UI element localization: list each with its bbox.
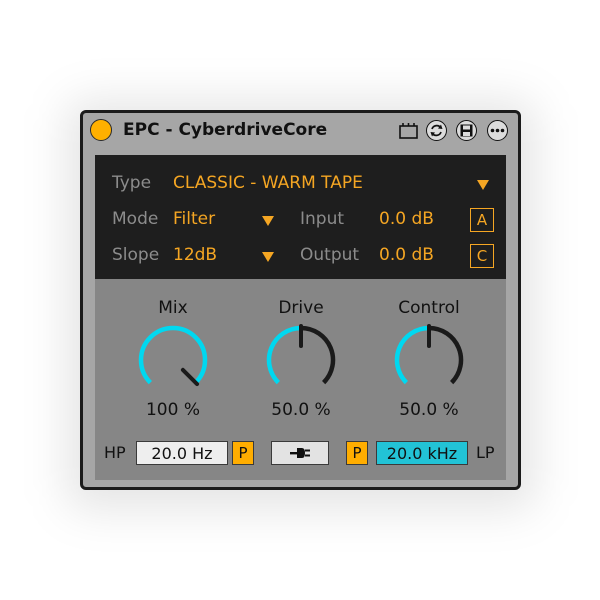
- power-toggle[interactable]: [90, 119, 112, 141]
- device-panel: Type CLASSIC - WARM TAPE Mode Filter Inp…: [95, 155, 506, 480]
- more-icon[interactable]: [487, 120, 508, 141]
- lp-label: LP: [476, 443, 495, 462]
- knob-level-arc: [394, 325, 430, 385]
- link-button[interactable]: [271, 441, 329, 465]
- drive-label: Drive: [278, 298, 324, 318]
- type-select[interactable]: CLASSIC - WARM TAPE: [173, 173, 363, 193]
- control-value: 50.0 %: [399, 400, 459, 420]
- title-bar: EPC - CyberdriveCore: [83, 113, 518, 147]
- mode-label: Mode: [112, 209, 159, 229]
- slope-select[interactable]: 12dB: [173, 245, 217, 265]
- a-button[interactable]: A: [470, 208, 494, 232]
- device-icon[interactable]: [398, 120, 419, 141]
- input-gain-value[interactable]: 0.0 dB: [379, 209, 434, 229]
- input-label: Input: [300, 209, 345, 229]
- knob-track: [300, 325, 336, 385]
- knob-pointer: [180, 367, 200, 387]
- knob-level-arc: [266, 325, 302, 385]
- mode-dropdown-arrow-icon[interactable]: [262, 216, 274, 226]
- output-gain-value[interactable]: 0.0 dB: [379, 245, 434, 265]
- mix-knob[interactable]: [133, 320, 213, 400]
- control-knob[interactable]: [389, 320, 469, 400]
- knob-track: [428, 325, 464, 385]
- slope-label: Slope: [112, 245, 160, 265]
- hp-frequency-field[interactable]: 20.0 Hz: [136, 441, 228, 465]
- device-title: EPC - CyberdriveCore: [123, 120, 328, 140]
- sync-icon[interactable]: [426, 120, 447, 141]
- settings-panel: Type CLASSIC - WARM TAPE Mode Filter Inp…: [95, 155, 506, 279]
- mix-label: Mix: [158, 298, 188, 318]
- device-window: EPC - CyberdriveCore Type CLASSIC - WARM…: [80, 110, 521, 490]
- c-button[interactable]: C: [470, 244, 494, 268]
- plug-icon: [290, 448, 310, 458]
- hp-label: HP: [104, 443, 126, 462]
- lp-p-button[interactable]: P: [346, 441, 368, 465]
- hp-p-button[interactable]: P: [232, 441, 254, 465]
- type-label: Type: [112, 173, 152, 193]
- mode-select[interactable]: Filter: [173, 209, 215, 229]
- drive-value: 50.0 %: [271, 400, 331, 420]
- lp-frequency-field[interactable]: 20.0 kHz: [376, 441, 468, 465]
- save-icon[interactable]: [456, 120, 477, 141]
- type-dropdown-arrow-icon[interactable]: [477, 180, 489, 190]
- control-label: Control: [398, 298, 460, 318]
- mix-value: 100 %: [145, 400, 200, 420]
- slope-dropdown-arrow-icon[interactable]: [262, 252, 274, 262]
- knob-level-arc: [138, 325, 208, 385]
- drive-knob[interactable]: [261, 320, 341, 400]
- output-label: Output: [300, 245, 360, 265]
